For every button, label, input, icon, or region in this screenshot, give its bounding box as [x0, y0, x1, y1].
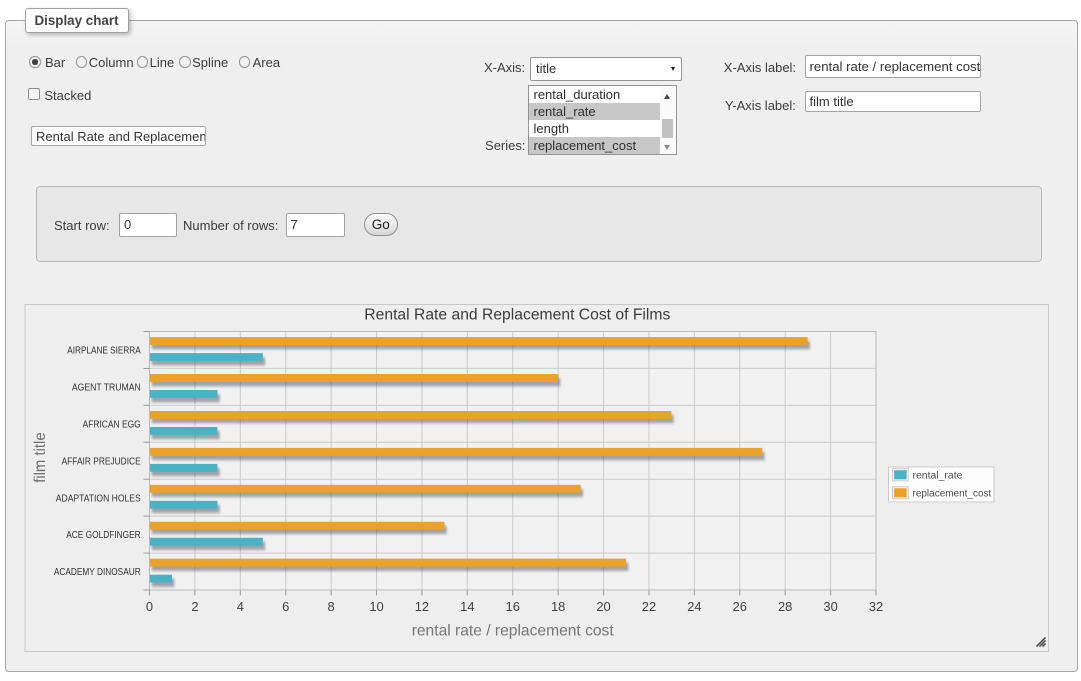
- svg-text:4: 4: [237, 599, 244, 614]
- svg-text:replacement_cost: replacement_cost: [913, 489, 992, 500]
- svg-text:14: 14: [460, 599, 474, 614]
- svg-text:12: 12: [415, 599, 429, 614]
- svg-text:rental_rate: rental_rate: [913, 471, 963, 482]
- svg-text:film title: film title: [32, 432, 49, 482]
- svg-text:AFFAIR PREJUDICE: AFFAIR PREJUDICE: [62, 456, 141, 467]
- svg-text:6: 6: [282, 599, 289, 614]
- svg-text:ACE GOLDFINGER: ACE GOLDFINGER: [66, 530, 141, 541]
- svg-text:8: 8: [328, 599, 335, 614]
- svg-text:0: 0: [146, 599, 153, 614]
- svg-text:ADAPTATION HOLES: ADAPTATION HOLES: [56, 493, 141, 504]
- svg-text:16: 16: [506, 599, 520, 614]
- svg-text:30: 30: [823, 599, 837, 614]
- svg-text:22: 22: [642, 599, 656, 614]
- svg-text:AIRPLANE SIERRA: AIRPLANE SIERRA: [67, 346, 141, 357]
- svg-text:28: 28: [778, 599, 792, 614]
- svg-text:ACADEMY DINOSAUR: ACADEMY DINOSAUR: [54, 567, 141, 578]
- svg-text:Rental Rate and Replacement Co: Rental Rate and Replacement Cost of Film…: [364, 306, 670, 323]
- svg-text:AGENT TRUMAN: AGENT TRUMAN: [72, 382, 141, 393]
- svg-text:24: 24: [687, 599, 701, 614]
- svg-text:32: 32: [869, 599, 883, 614]
- svg-text:2: 2: [191, 599, 198, 614]
- svg-text:AFRICAN EGG: AFRICAN EGG: [83, 419, 141, 430]
- svg-text:rental rate / replacement cost: rental rate / replacement cost: [412, 623, 615, 640]
- svg-text:18: 18: [551, 599, 565, 614]
- svg-text:26: 26: [733, 599, 747, 614]
- svg-text:20: 20: [596, 599, 610, 614]
- svg-text:10: 10: [369, 599, 383, 614]
